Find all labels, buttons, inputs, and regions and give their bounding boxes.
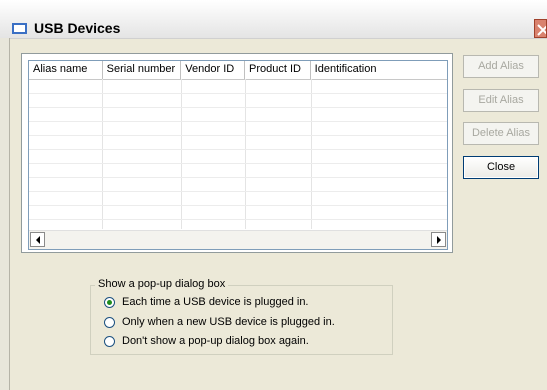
close-button[interactable]: Close bbox=[463, 156, 539, 179]
window-frame bbox=[0, 38, 10, 390]
row-divider bbox=[29, 107, 447, 108]
row-divider bbox=[29, 149, 447, 150]
radio-button[interactable] bbox=[104, 296, 115, 308]
column-header-product-id[interactable]: Product ID bbox=[245, 61, 311, 79]
radio-button[interactable] bbox=[104, 335, 115, 347]
device-table-panel: Alias name Serial number Vendor ID Produ… bbox=[21, 53, 453, 253]
device-list[interactable]: Alias name Serial number Vendor ID Produ… bbox=[28, 60, 448, 250]
scroll-right-button[interactable] bbox=[431, 232, 446, 247]
radio-option-each-time[interactable]: Each time a USB device is plugged in. bbox=[104, 295, 309, 309]
row-divider bbox=[29, 219, 447, 220]
column-divider bbox=[245, 79, 246, 229]
scroll-left-button[interactable] bbox=[30, 232, 45, 247]
table-body bbox=[29, 79, 447, 229]
radio-option-never[interactable]: Don't show a pop-up dialog box again. bbox=[104, 334, 309, 348]
popup-group-legend: Show a pop-up dialog box bbox=[95, 278, 229, 290]
delete-alias-button[interactable]: Delete Alias bbox=[463, 122, 539, 145]
table-header: Alias name Serial number Vendor ID Produ… bbox=[29, 61, 447, 80]
arrow-left-icon bbox=[35, 236, 40, 244]
row-divider bbox=[29, 205, 447, 206]
edit-alias-button[interactable]: Edit Alias bbox=[463, 89, 539, 112]
close-icon bbox=[537, 24, 546, 36]
column-divider bbox=[311, 79, 312, 229]
radio-label: Don't show a pop-up dialog box again. bbox=[122, 335, 309, 347]
radio-button[interactable] bbox=[104, 316, 115, 328]
row-divider bbox=[29, 121, 447, 122]
row-divider bbox=[29, 177, 447, 178]
column-header-alias-name[interactable]: Alias name bbox=[29, 61, 103, 79]
row-divider bbox=[29, 93, 447, 94]
arrow-right-icon bbox=[436, 236, 441, 244]
row-divider bbox=[29, 191, 447, 192]
window-icon bbox=[12, 23, 27, 34]
add-alias-button[interactable]: Add Alias bbox=[463, 55, 539, 78]
horizontal-scrollbar[interactable] bbox=[29, 230, 447, 249]
window-title: USB Devices bbox=[34, 20, 121, 36]
column-header-identification[interactable]: Identification bbox=[311, 61, 447, 79]
column-header-serial-number[interactable]: Serial number bbox=[103, 61, 182, 79]
title-bar[interactable]: USB Devices bbox=[0, 0, 547, 39]
radio-option-new-device[interactable]: Only when a new USB device is plugged in… bbox=[104, 315, 335, 329]
column-header-vendor-id[interactable]: Vendor ID bbox=[181, 61, 245, 79]
close-window-button[interactable] bbox=[534, 19, 547, 38]
column-divider bbox=[181, 79, 182, 229]
column-divider bbox=[102, 79, 103, 229]
row-divider bbox=[29, 135, 447, 136]
row-divider bbox=[29, 163, 447, 164]
radio-label: Only when a new USB device is plugged in… bbox=[122, 316, 335, 328]
radio-label: Each time a USB device is plugged in. bbox=[122, 296, 309, 308]
